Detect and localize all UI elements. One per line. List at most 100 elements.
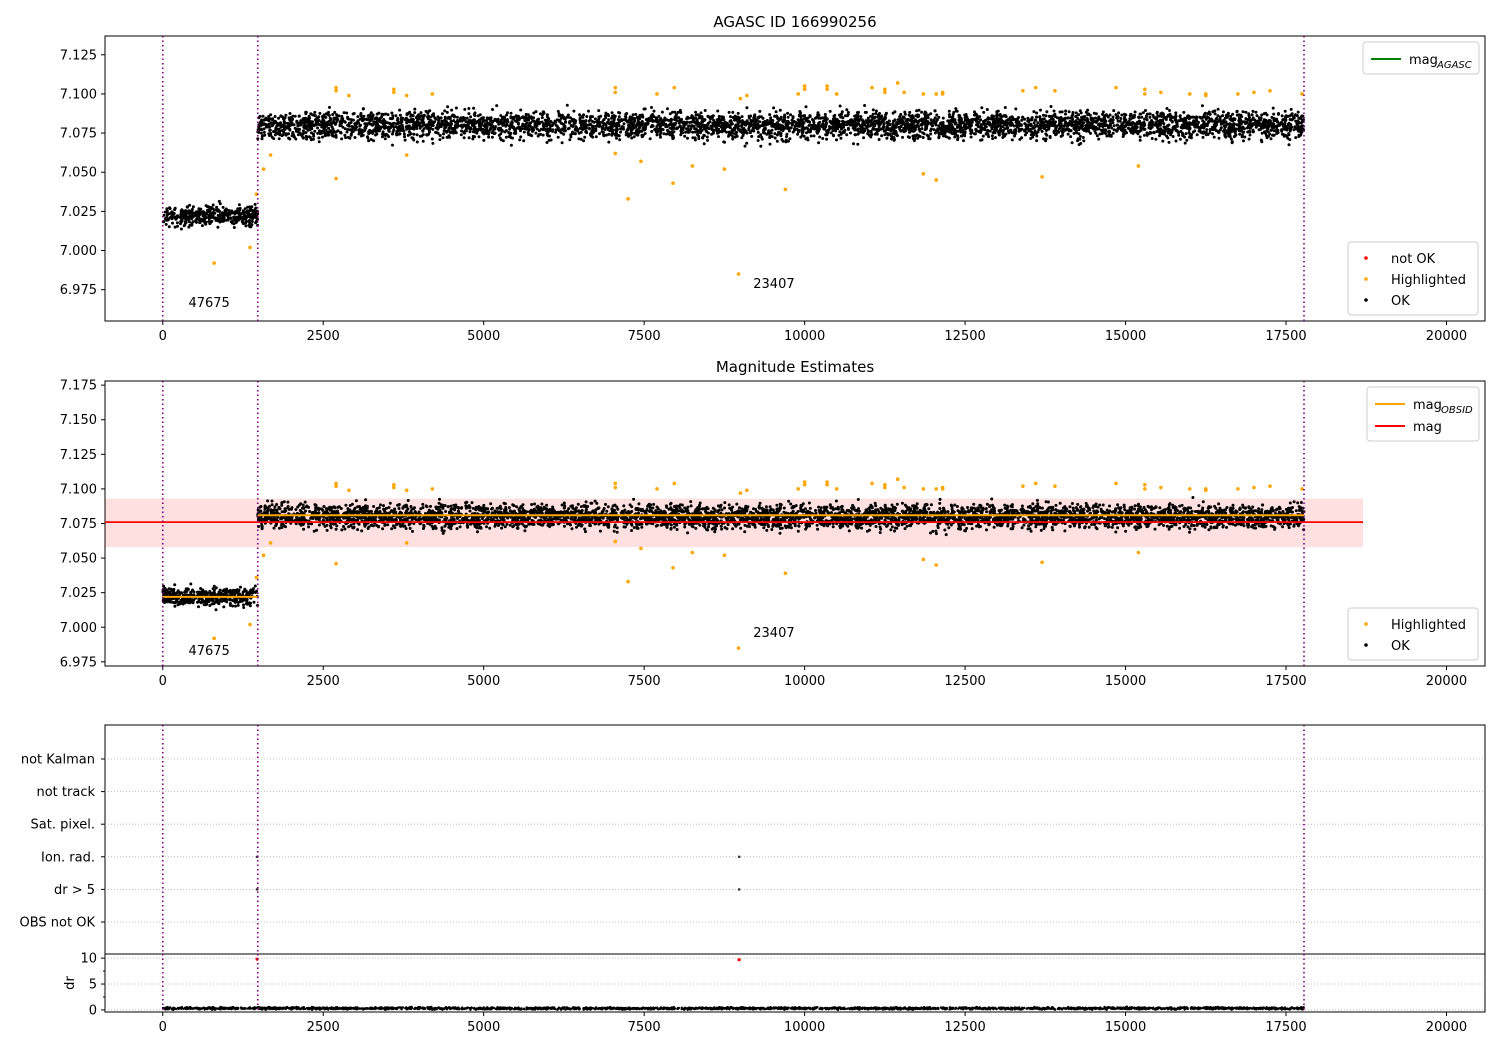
ok-point <box>1133 113 1136 117</box>
ok-point <box>743 144 747 148</box>
ok-point <box>305 118 309 122</box>
y-tick-label: 7.025 <box>60 205 97 220</box>
ok-point <box>432 114 436 118</box>
ok-point <box>1171 116 1175 119</box>
ok-point <box>964 127 968 130</box>
ok-point <box>773 132 777 136</box>
ok-point <box>859 130 863 134</box>
ok-point <box>803 114 807 118</box>
ok-point <box>884 111 888 115</box>
ok-point <box>1248 133 1252 137</box>
ok-point <box>1013 118 1017 121</box>
ok-point <box>438 138 442 142</box>
ok-point <box>210 219 213 223</box>
ok-point <box>800 128 804 132</box>
ok-point <box>1117 111 1121 115</box>
ok-point <box>545 133 549 137</box>
ok-point <box>443 115 447 119</box>
ok-point <box>1294 136 1298 140</box>
ok-point <box>288 112 292 115</box>
ok-point <box>1221 110 1225 114</box>
ok-point <box>959 130 963 134</box>
ok-point <box>490 135 494 139</box>
ok-point <box>935 118 939 122</box>
ok-point <box>1296 110 1300 114</box>
ok-point <box>485 116 489 120</box>
ok-point <box>562 132 566 136</box>
ok-point <box>506 111 509 115</box>
ok-point <box>170 210 174 214</box>
ok-point <box>195 211 199 214</box>
ok-point <box>779 115 783 119</box>
ok-point <box>560 141 564 145</box>
ok-point <box>397 128 401 132</box>
ok-point <box>927 137 931 141</box>
ok-point <box>659 135 662 139</box>
ok-point <box>1013 134 1016 138</box>
ok-point <box>982 121 986 125</box>
ok-point <box>1237 128 1241 132</box>
ok-point <box>761 116 765 120</box>
ok-point <box>573 121 577 125</box>
ok-point <box>1174 139 1178 143</box>
ok-point <box>1156 119 1160 123</box>
ok-point <box>775 114 779 118</box>
figure: AGASC ID 1669902560 2500 5000 7500 10000 1250… <box>0 0 1500 1050</box>
ok-point <box>467 136 471 140</box>
ok-point <box>452 127 456 130</box>
ok-point <box>999 125 1003 129</box>
ok-point <box>1097 123 1100 127</box>
ok-point <box>174 217 178 221</box>
ok-point <box>455 125 459 129</box>
ok-point <box>395 132 399 135</box>
ok-point <box>399 116 403 120</box>
ok-point <box>745 106 749 110</box>
ok-point <box>283 116 287 120</box>
ok-point <box>1152 115 1156 119</box>
ok-point <box>1168 128 1172 132</box>
ok-point <box>272 137 276 141</box>
ok-point <box>617 111 621 114</box>
ok-point <box>948 127 952 131</box>
ok-point <box>564 120 568 124</box>
ok-point <box>1082 139 1086 143</box>
ok-point <box>785 132 789 136</box>
ok-point <box>218 217 221 221</box>
ok-point <box>1231 112 1235 116</box>
ok-point <box>499 114 503 118</box>
ok-point <box>1206 133 1210 136</box>
ok-point <box>568 116 572 120</box>
ok-point <box>519 135 523 139</box>
ok-point <box>309 124 313 128</box>
ok-point <box>1233 118 1237 122</box>
ok-point <box>1052 109 1056 113</box>
ok-point <box>693 130 697 134</box>
ok-point <box>953 122 957 126</box>
ok-point <box>1111 115 1115 119</box>
ok-point <box>954 107 958 111</box>
ok-point <box>514 114 518 118</box>
ok-point <box>373 129 376 133</box>
ok-point <box>491 108 494 111</box>
ok-point <box>664 125 668 129</box>
ok-point <box>447 116 450 119</box>
ok-point <box>222 214 226 218</box>
ok-point <box>1122 112 1126 116</box>
ok-point <box>203 215 207 219</box>
ok-point <box>768 142 772 146</box>
ok-point <box>949 122 953 126</box>
ok-point <box>1059 134 1063 138</box>
ok-point <box>1129 112 1133 116</box>
ok-point <box>304 112 308 116</box>
ok-point <box>817 141 821 145</box>
ok-point <box>571 119 574 123</box>
ok-point <box>403 138 407 142</box>
ok-point <box>164 222 168 226</box>
ok-point <box>941 116 945 120</box>
ok-point <box>239 217 243 221</box>
ok-point <box>964 116 968 120</box>
ok-point <box>347 124 351 128</box>
ok-point <box>395 122 399 126</box>
ok-point <box>1193 129 1197 133</box>
ok-point <box>277 127 281 131</box>
